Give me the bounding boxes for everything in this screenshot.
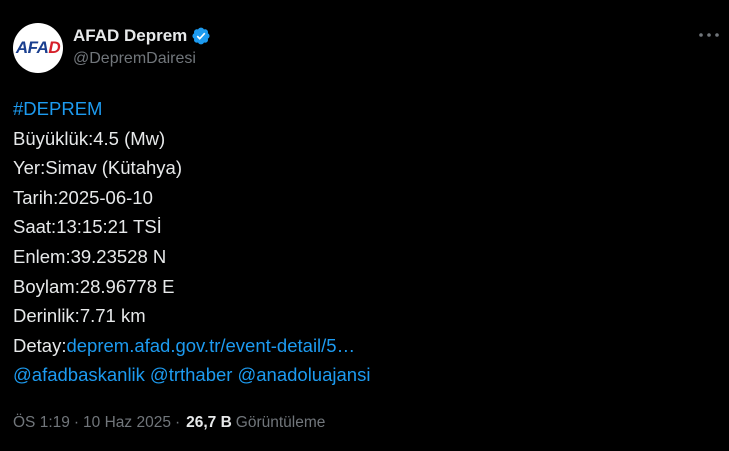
tweet-date[interactable]: 10 Haz 2025 [83,414,171,432]
author-handle[interactable]: @DepremDairesi [73,50,196,68]
date-line: Tarih:2025-06-10 [13,186,153,208]
separator: · [73,414,80,431]
detail-line: Detay:deprem.afad.gov.tr/event-detail/5… [13,331,713,361]
verified-badge-icon[interactable] [191,26,211,46]
depth-line: Derinlik:7.71 km [13,305,146,327]
detail-link[interactable]: deprem.afad.gov.tr/event-detail/5… [66,335,355,356]
more-options-button[interactable] [694,24,724,46]
separator: · [174,414,181,431]
tweet-meta: ÖS 1:19 · 10 Haz 2025 · 26,7 B Görüntüle… [13,414,325,432]
afad-logo: AFAD [15,38,61,57]
mention-link[interactable]: @anadoluajansi [237,364,370,385]
tweet-time[interactable]: ÖS 1:19 [13,414,70,432]
detail-label: Detay: [13,334,67,356]
author-name-row: AFAD Deprem [73,25,211,47]
mention-link[interactable]: @trthaber [150,364,233,385]
views-count[interactable]: 26,7 B [186,414,232,432]
mentions-line: @afadbaskanlik @trthaber @anadoluajansi [13,360,713,390]
longitude-line: Boylam:28.96778 E [13,275,175,297]
views-label[interactable]: Görüntüleme [236,414,326,432]
latitude-line: Enlem:39.23528 N [13,245,167,267]
avatar[interactable]: AFAD [13,23,63,73]
time-line: Saat:13:15:21 TSİ [13,216,162,238]
magnitude-line: Büyüklük:4.5 (Mw) [13,127,166,149]
location-line: Yer:Simav (Kütahya) [13,157,182,179]
tweet: AFAD AFAD Deprem @DepremDairesi #DEPREM … [0,0,729,451]
author-display-name[interactable]: AFAD Deprem [73,26,187,46]
tweet-text: #DEPREM Büyüklük:4.5 (Mw) Yer:Simav (Küt… [13,94,713,390]
hashtag-link[interactable]: #DEPREM [13,98,102,119]
mention-link[interactable]: @afadbaskanlik [13,364,145,385]
more-options-icon [699,33,719,37]
